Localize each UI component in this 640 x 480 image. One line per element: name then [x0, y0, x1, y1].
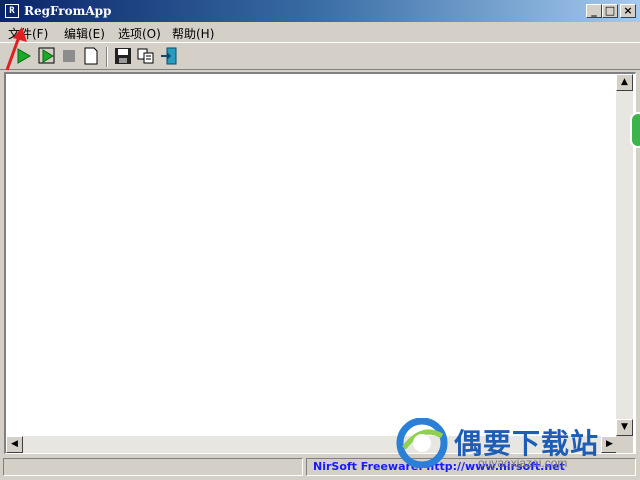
close-button[interactable]: ×	[620, 4, 636, 18]
menu-edit[interactable]: 编辑(E)	[64, 25, 105, 42]
menu-options[interactable]: 选项(O)	[118, 25, 161, 42]
copy-icon[interactable]	[137, 47, 155, 65]
watermark-logo-icon	[396, 418, 448, 468]
toolbar-separator	[106, 47, 108, 67]
app-window: R RegFromApp _ □ × 文件(F) 编辑(E) 选项(O) 帮助(…	[0, 0, 640, 480]
play-boxed-icon[interactable]	[38, 47, 56, 65]
status-pane-left	[3, 458, 303, 476]
annotation-arrow-icon	[5, 27, 27, 71]
minimize-button[interactable]: _	[586, 4, 602, 18]
toolbar	[0, 42, 640, 70]
new-document-icon[interactable]	[82, 47, 100, 65]
side-floating-widget[interactable]	[630, 112, 640, 148]
results-list-area[interactable]: ▲ ▼ ◀ ▶	[4, 72, 636, 454]
menu-bar: 文件(F) 编辑(E) 选项(O) 帮助(H)	[0, 22, 640, 42]
site-watermark: 偶要下载站 ouyaoxiazai.com	[396, 418, 636, 470]
title-bar[interactable]: R RegFromApp _ □ ×	[0, 0, 640, 22]
exit-icon[interactable]	[160, 47, 178, 65]
regfromapp-icon: R	[5, 4, 19, 18]
scroll-up-button[interactable]: ▲	[616, 74, 633, 91]
stop-icon[interactable]	[60, 47, 78, 65]
menu-help[interactable]: 帮助(H)	[172, 25, 214, 42]
scroll-left-button[interactable]: ◀	[6, 436, 23, 453]
watermark-url: ouyaoxiazai.com	[478, 456, 568, 470]
maximize-button[interactable]: □	[602, 4, 618, 18]
window-title: RegFromApp	[24, 4, 112, 18]
save-icon[interactable]	[114, 47, 132, 65]
